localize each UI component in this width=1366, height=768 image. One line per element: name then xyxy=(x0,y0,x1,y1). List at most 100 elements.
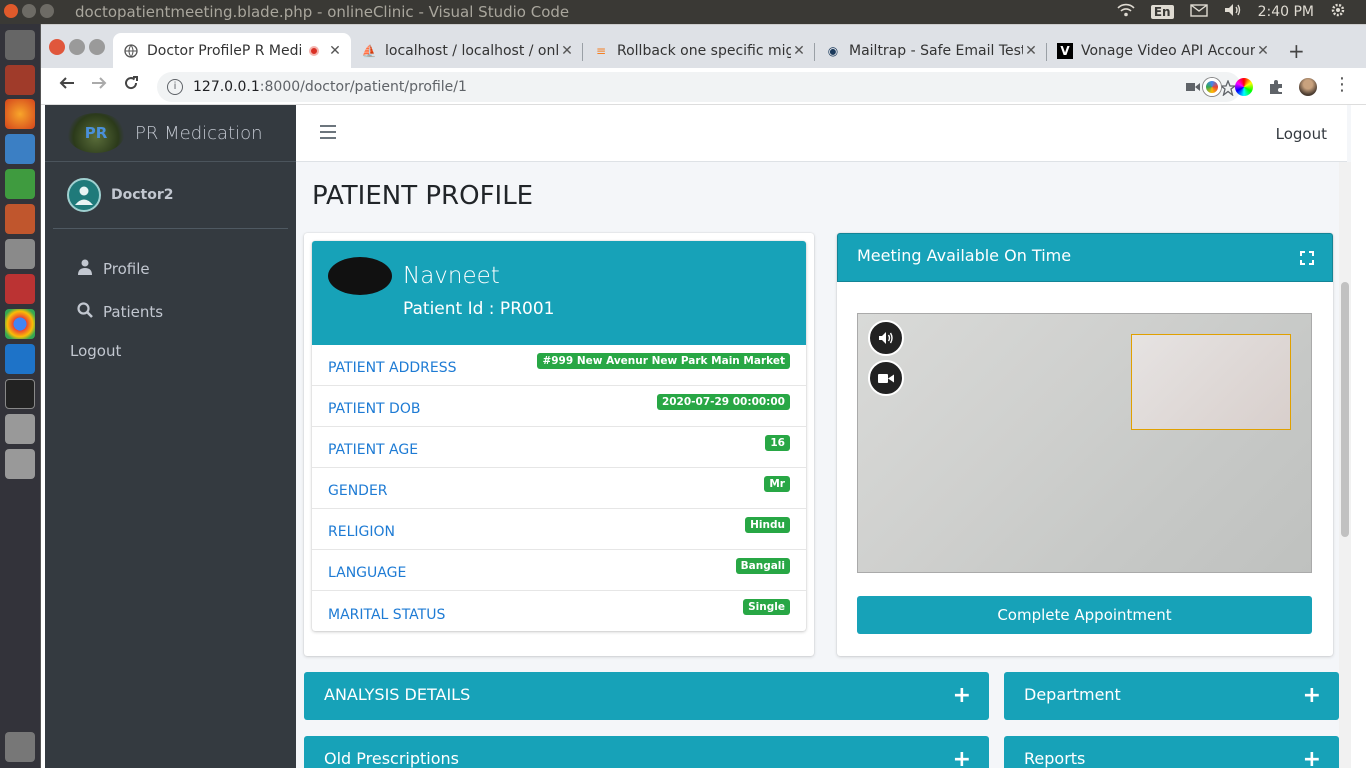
status-badge: 16 xyxy=(765,435,790,451)
close-window-icon[interactable] xyxy=(4,4,18,18)
volume-icon[interactable] xyxy=(1224,3,1242,21)
trash-icon[interactable] xyxy=(5,732,35,762)
maximize-window-icon[interactable] xyxy=(40,4,54,18)
tab-strip: Doctor ProfileP R Medication ✕ ⛵ localho… xyxy=(41,24,1366,69)
patient-id: Patient Id : PR001 xyxy=(403,299,555,319)
status-badge: Bangali xyxy=(735,558,790,574)
list-item[interactable]: PATIENT ADDRESS #999 New Avenur New Park… xyxy=(312,345,806,386)
card-title: Department xyxy=(1024,685,1121,704)
tab-mailtrap[interactable]: ◉ Mailtrap - Safe Email Testing ✕ xyxy=(815,33,1047,69)
mail-icon[interactable] xyxy=(1189,3,1208,21)
expand-fullscreen-icon[interactable] xyxy=(1300,251,1314,265)
main-header: Logout xyxy=(296,105,1347,162)
forward-arrow-icon[interactable] xyxy=(91,75,107,96)
scrollbar-thumb[interactable] xyxy=(1341,282,1349,537)
brand-link[interactable]: PR PR Medication xyxy=(45,105,296,162)
self-video-preview[interactable] xyxy=(1131,334,1291,430)
disk-icon[interactable] xyxy=(5,449,35,479)
sidebar-item-profile[interactable]: Profile xyxy=(45,247,296,290)
list-item[interactable]: RELIGION Hindu xyxy=(312,509,806,550)
ubuntu-search-icon[interactable] xyxy=(5,30,35,60)
recording-indicator-icon xyxy=(309,46,319,56)
sidebar: PR PR Medication Doctor2 Profile Patient… xyxy=(45,105,296,768)
plus-icon[interactable]: + xyxy=(1303,685,1321,707)
complete-appointment-button[interactable]: Complete Appointment xyxy=(857,596,1312,634)
camera-toggle-icon[interactable] xyxy=(868,360,904,396)
back-arrow-icon[interactable] xyxy=(59,75,75,96)
reports-card[interactable]: Reports + xyxy=(1004,736,1339,768)
site-info-icon[interactable]: i xyxy=(167,79,183,95)
chrome-icon[interactable] xyxy=(5,309,35,339)
window-buttons xyxy=(4,4,54,18)
sidebar-item-patients[interactable]: Patients xyxy=(45,290,296,333)
clock[interactable]: 2:40 PM xyxy=(1258,4,1314,20)
speaker-toggle-icon[interactable] xyxy=(868,320,904,356)
app-launcher xyxy=(0,24,41,768)
page-scrollbar[interactable] xyxy=(1339,162,1351,768)
globe-icon xyxy=(123,43,139,59)
tab-stackoverflow[interactable]: ≡ Rollback one specific migration ✕ xyxy=(583,33,815,69)
close-tab-icon[interactable]: ✕ xyxy=(559,43,575,59)
new-tab-button[interactable]: + xyxy=(1288,39,1305,63)
hamburger-menu-icon[interactable] xyxy=(320,123,336,144)
field-label: RELIGION xyxy=(328,524,395,540)
camera-in-use-icon[interactable] xyxy=(1186,80,1200,100)
reload-icon[interactable] xyxy=(123,75,139,96)
puzzle-extensions-icon[interactable] xyxy=(1267,78,1285,96)
minimize-window-icon[interactable] xyxy=(22,4,36,18)
address-bar[interactable]: i 127.0.0.1 :8000/doctor/patient/profile… xyxy=(157,72,1241,102)
plus-icon[interactable]: + xyxy=(953,685,971,707)
kebab-menu-icon[interactable]: ⋮ xyxy=(1333,74,1351,95)
tab-phpmyadmin[interactable]: ⛵ localhost / localhost / onlineClinic ✕ xyxy=(351,33,583,69)
profile-avatar[interactable] xyxy=(1299,78,1317,96)
writer-icon[interactable] xyxy=(5,134,35,164)
os-top-panel: doctopatientmeeting.blade.php - onlineCl… xyxy=(0,0,1366,24)
keyboard-layout-indicator[interactable]: En xyxy=(1150,5,1174,19)
close-browser-icon[interactable] xyxy=(49,39,65,55)
settings-icon[interactable] xyxy=(5,274,35,304)
analysis-details-card[interactable]: ANALYSIS DETAILS + xyxy=(304,672,989,720)
list-item[interactable]: PATIENT AGE 16 xyxy=(312,427,806,468)
close-tab-icon[interactable]: ✕ xyxy=(1023,43,1039,59)
old-prescriptions-card[interactable]: Old Prescriptions + xyxy=(304,736,989,768)
impress-icon[interactable] xyxy=(5,204,35,234)
brand-logo: PR xyxy=(67,113,125,153)
field-label: PATIENT AGE xyxy=(328,442,419,458)
calc-icon[interactable] xyxy=(5,169,35,199)
firefox-icon[interactable] xyxy=(5,99,35,129)
sidebar-item-logout[interactable]: Logout xyxy=(45,333,296,369)
wifi-icon[interactable] xyxy=(1117,3,1135,21)
plus-icon[interactable]: + xyxy=(953,749,971,768)
minimize-browser-icon[interactable] xyxy=(69,39,85,55)
list-item[interactable]: PATIENT DOB 2020-07-29 00:00:00 xyxy=(312,386,806,427)
color-picker-extension-icon[interactable] xyxy=(1235,78,1253,96)
close-tab-icon[interactable]: ✕ xyxy=(791,43,807,59)
department-card[interactable]: Department + xyxy=(1004,672,1339,720)
plus-icon[interactable]: + xyxy=(1303,749,1321,768)
bookmark-star-icon[interactable] xyxy=(1219,79,1237,100)
status-badge: #999 New Avenur New Park Main Market xyxy=(537,353,790,369)
card-title: ANALYSIS DETAILS xyxy=(324,685,471,704)
terminal-icon[interactable] xyxy=(5,379,35,409)
field-label: GENDER xyxy=(328,483,388,499)
user-panel[interactable]: Doctor2 xyxy=(53,162,288,229)
video-call-stream[interactable] xyxy=(857,313,1312,573)
files-icon[interactable] xyxy=(5,65,35,95)
extension-icon[interactable] xyxy=(1203,78,1221,96)
settings-gear-icon[interactable] xyxy=(1330,2,1346,22)
close-tab-icon[interactable]: ✕ xyxy=(1255,43,1271,59)
tab-doctor-profile[interactable]: Doctor ProfileP R Medication ✕ xyxy=(113,33,351,69)
patient-avatar xyxy=(328,257,392,295)
list-item[interactable]: MARITAL STATUS Single xyxy=(312,591,806,632)
software-icon[interactable] xyxy=(5,239,35,269)
close-tab-icon[interactable]: ✕ xyxy=(327,43,343,59)
list-item[interactable]: LANGUAGE Bangali xyxy=(312,550,806,591)
list-item[interactable]: GENDER Mr xyxy=(312,468,806,509)
maximize-browser-icon[interactable] xyxy=(89,39,105,55)
stackoverflow-icon: ≡ xyxy=(595,44,607,58)
vscode-icon[interactable] xyxy=(5,344,35,374)
tab-vonage[interactable]: V Vonage Video API Account ✕ xyxy=(1047,33,1279,69)
disk-icon[interactable] xyxy=(5,414,35,444)
browser-toolbar: i 127.0.0.1 :8000/doctor/patient/profile… xyxy=(41,68,1366,105)
logout-link[interactable]: Logout xyxy=(1276,125,1327,143)
